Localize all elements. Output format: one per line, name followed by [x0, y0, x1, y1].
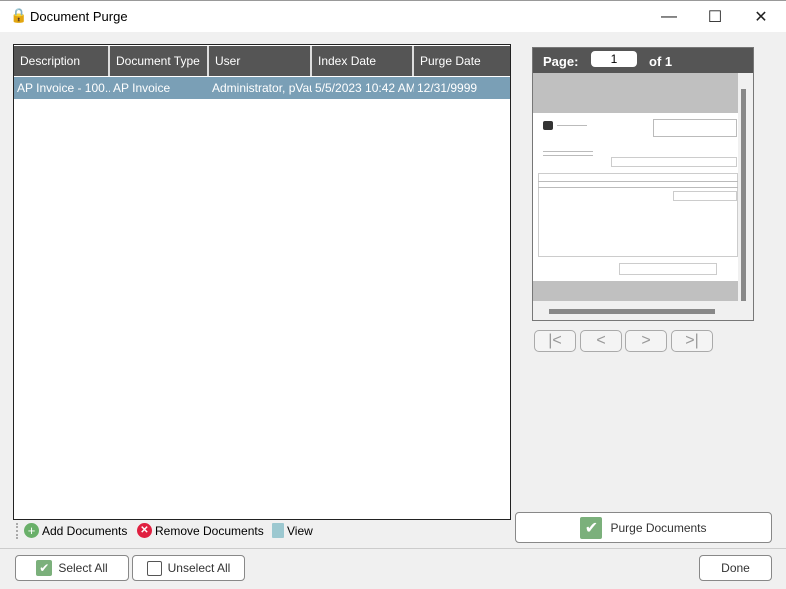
- next-page-button[interactable]: >: [625, 330, 667, 352]
- cell-description: AP Invoice - 100...: [17, 81, 110, 95]
- checked-checkbox-icon: ✔: [36, 560, 53, 576]
- documents-grid[interactable]: Description Document Type User Index Dat…: [13, 44, 511, 520]
- cell-index-date: 5/5/2023 10:42 AM: [315, 81, 414, 95]
- add-documents-label: Add Documents: [42, 523, 128, 538]
- maximize-button[interactable]: ☐: [692, 1, 738, 33]
- previous-page-button[interactable]: <: [580, 330, 622, 352]
- select-all-button[interactable]: ✔ Select All: [15, 555, 129, 581]
- empty-checkbox-icon: [146, 560, 162, 576]
- page-input[interactable]: 1: [591, 51, 637, 67]
- page-header: Page: 1 of 1: [533, 48, 753, 73]
- column-index-date[interactable]: Index Date: [312, 46, 414, 76]
- checkmark-icon: ✔: [580, 516, 603, 539]
- window-title: Document Purge: [30, 9, 128, 24]
- horizontal-scrollbar[interactable]: [549, 309, 715, 314]
- unselect-all-label: Unselect All: [167, 561, 231, 575]
- cell-purge-date: 12/31/9999: [417, 81, 478, 95]
- select-all-label: Select All: [58, 561, 108, 575]
- add-icon: +: [24, 523, 39, 538]
- add-documents-button[interactable]: + Add Documents: [24, 523, 127, 538]
- remove-icon: ✕: [137, 523, 152, 538]
- page-label: Page:: [543, 54, 579, 69]
- divider: [0, 548, 786, 549]
- close-button[interactable]: ✕: [738, 1, 784, 33]
- purge-documents-button[interactable]: ✔ Purge Documents: [515, 512, 772, 543]
- unselect-all-button[interactable]: Unselect All: [132, 555, 245, 581]
- remove-documents-button[interactable]: ✕ Remove Documents: [137, 523, 264, 538]
- column-user[interactable]: User: [209, 46, 312, 76]
- logo-icon: [543, 121, 553, 130]
- purge-documents-label: Purge Documents: [610, 520, 707, 535]
- done-button[interactable]: Done: [699, 555, 772, 581]
- column-description[interactable]: Description: [14, 46, 110, 76]
- remove-documents-label: Remove Documents: [155, 523, 264, 538]
- cell-document-type: AP Invoice: [113, 81, 171, 95]
- first-page-button[interactable]: |<: [534, 330, 576, 352]
- view-label: View: [287, 523, 313, 538]
- padlock-icon: 🔒: [10, 7, 28, 23]
- table-row[interactable]: AP Invoice - 100... AP Invoice Administr…: [14, 77, 510, 99]
- vertical-scrollbar[interactable]: [741, 89, 746, 301]
- cell-user: Administrator, pVault: [212, 81, 312, 95]
- title-bar: 🔒 Document Purge — ☐ ✕: [0, 0, 786, 32]
- view-button[interactable]: View: [272, 523, 313, 538]
- document-preview: Page: 1 of 1: [532, 47, 754, 321]
- document-thumbnail: [533, 113, 738, 281]
- view-document-icon: [272, 523, 284, 538]
- page-count: of 1: [649, 54, 673, 69]
- grid-header: Description Document Type User Index Dat…: [14, 46, 510, 76]
- column-purge-date[interactable]: Purge Date: [414, 46, 510, 76]
- last-page-button[interactable]: >|: [671, 330, 713, 352]
- column-document-type[interactable]: Document Type: [110, 46, 209, 76]
- minimize-button[interactable]: —: [646, 1, 692, 33]
